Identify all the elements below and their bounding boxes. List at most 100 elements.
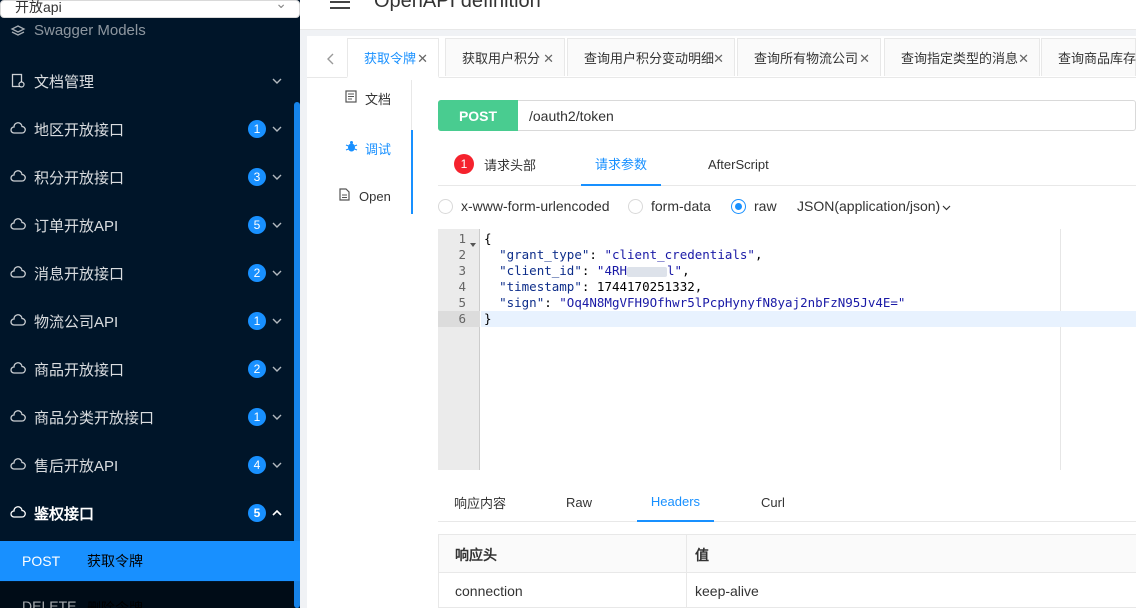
chevron-down-icon [271, 75, 283, 87]
sidebar-item-categories[interactable]: 商品分类开放接口 1 [0, 393, 300, 441]
tab-messages[interactable]: 查询指定类型的消息 ✕ [884, 38, 1040, 76]
cloud-icon [8, 119, 28, 139]
chevron-left-icon[interactable] [317, 46, 343, 72]
tab-label: AfterScript [708, 156, 769, 172]
sidebar-item-label: 文档管理 [34, 73, 95, 91]
radio-circle[interactable] [628, 198, 643, 214]
tab-stock[interactable]: 查询商品库存 [1041, 38, 1136, 76]
code-line: "grant_type": "client_credentials", [499, 247, 763, 262]
tab-label: 响应内容 [454, 495, 507, 511]
sidebar-item-docs[interactable]: 文档管理 [0, 57, 300, 105]
request-url-bar: POST /oauth2/token [438, 100, 1136, 131]
count-badge: 2 [248, 264, 266, 282]
vtab-docs[interactable]: 文档 [307, 78, 413, 118]
radio-circle-checked[interactable] [731, 198, 746, 214]
tab-label: 查询指定类型的消息 [901, 51, 1019, 66]
sidebar-item-logistics[interactable]: 物流公司API 1 [0, 297, 300, 345]
tab-response-raw[interactable]: Raw [566, 482, 592, 522]
tab-get-points[interactable]: 获取用户积分 ✕ [445, 38, 565, 76]
tab-response-content[interactable]: 响应内容 [454, 482, 506, 522]
radio-form-data[interactable]: form-data [628, 198, 711, 214]
tab-afterscript[interactable]: AfterScript [708, 142, 769, 186]
http-method-badge[interactable]: POST [438, 100, 518, 131]
content-type-value: JSON(application/json) [797, 198, 941, 214]
header-name: connection [455, 583, 523, 599]
tab-label: 请求参数 [594, 156, 647, 172]
doc-settings-icon [8, 71, 28, 91]
sidebar-item-label: 地区开放接口 [34, 121, 125, 139]
vtab-label: 调试 [365, 141, 392, 157]
line-number: 6 [438, 311, 480, 327]
radio-circle[interactable] [438, 198, 453, 214]
sidebar-item-swagger-models[interactable]: Swagger Models [0, 10, 300, 54]
tab-points-detail[interactable]: 查询用户积分变动明细 ✕ [567, 38, 735, 76]
fold-arrow-icon[interactable] [470, 235, 476, 250]
sidebar-item-aftersales[interactable]: 售后开放API 4 [0, 441, 300, 489]
sidebar-subitem-get-token[interactable]: POST 获取令牌 [0, 541, 300, 581]
code-token: } [484, 311, 492, 326]
tab-label: 查询商品库存 [1058, 51, 1136, 66]
chevron-down-icon [271, 123, 283, 135]
content-type-select[interactable]: JSON(application/json) [797, 198, 951, 214]
sidebar-item-label: 订单开放API [34, 217, 119, 235]
code-line-active: } [481, 311, 1136, 327]
menu-fold-icon[interactable] [330, 0, 350, 16]
request-body-editor[interactable]: 1 2 3 4 5 6 { "grant_type": "client_cred… [438, 229, 1136, 470]
sidebar-item-label: 商品开放接口 [34, 361, 125, 379]
sidebar-subitem-delete-token[interactable]: DELETE 删除令牌 [0, 582, 300, 608]
layers-icon [8, 22, 28, 42]
request-url[interactable]: /oauth2/token [529, 108, 614, 124]
radio-raw[interactable]: raw [731, 198, 777, 214]
close-icon[interactable]: ✕ [417, 51, 428, 67]
cloud-icon [8, 263, 28, 283]
response-headers-table: 响应头 值 connection keep-alive [438, 534, 1136, 608]
file-icon [339, 188, 350, 204]
chevron-down-icon [271, 219, 283, 231]
tab-label: Raw [566, 494, 593, 510]
method-label: DELETE [22, 598, 77, 608]
close-icon[interactable]: ✕ [543, 51, 554, 67]
json-string: "client_credentials" [604, 247, 755, 262]
vtab-debug[interactable]: 调试 [307, 128, 413, 168]
vtab-open[interactable]: Open [307, 176, 413, 216]
sidebar-item-products[interactable]: 商品开放接口 2 [0, 345, 300, 393]
count-badge: 1 [248, 408, 266, 426]
radio-x-www-form-urlencoded[interactable]: x-www-form-urlencoded [438, 198, 610, 214]
sidebar-item-auth[interactable]: 鉴权接口 5 [0, 489, 300, 537]
tab-response-headers[interactable]: Headers [637, 482, 714, 522]
close-icon[interactable]: ✕ [859, 51, 870, 67]
chevron-down-icon [271, 363, 283, 375]
tab-request-params[interactable]: 请求参数 [581, 142, 661, 186]
radio-label: x-www-form-urlencoded [461, 198, 610, 214]
cloud-icon [8, 503, 28, 523]
count-badge: 1 [248, 312, 266, 330]
tab-get-token[interactable]: 获取令牌 ✕ [347, 38, 439, 78]
sidebar-item-label: Swagger Models [34, 22, 146, 39]
sidebar-item-points[interactable]: 积分开放接口 3 [0, 153, 300, 201]
sidebar-item-orders[interactable]: 订单开放API 5 [0, 201, 300, 249]
sidebar-scrollbar[interactable] [294, 102, 300, 608]
close-icon[interactable]: ✕ [1018, 51, 1029, 67]
sidebar-item-label: 消息开放接口 [34, 265, 125, 283]
tab-response-curl[interactable]: Curl [761, 482, 785, 522]
sidebar-item-label: 商品分类开放接口 [34, 409, 155, 427]
sidebar-item-region[interactable]: 地区开放接口 1 [0, 105, 300, 153]
cloud-icon [8, 359, 28, 379]
json-string: "4RH [596, 263, 628, 278]
tab-request-headers[interactable]: 1 请求头部 [454, 142, 536, 186]
endpoint-name: 删除令牌 [87, 600, 143, 608]
code-line: "sign": "Oq4N8MgVFH9Ofhwr5lPcpHynyfN8yaj… [499, 295, 906, 310]
sidebar-item-messages[interactable]: 消息开放接口 2 [0, 249, 300, 297]
tab-bar: 获取令牌 ✕ 获取用户积分 ✕ 查询用户积分变动明细 ✕ 查询所有物流公司 ✕ … [307, 36, 1136, 78]
count-badge: 2 [248, 360, 266, 378]
json-key: "timestamp" [499, 279, 582, 294]
line-number: 3 [458, 263, 466, 278]
endpoint-name: 获取令牌 [87, 553, 143, 569]
sidebar-item-label: 鉴权接口 [34, 505, 95, 523]
tab-label: 查询用户积分变动明细 [584, 51, 715, 66]
tab-logistics[interactable]: 查询所有物流公司 ✕ [737, 38, 881, 76]
code-token: { [484, 231, 492, 246]
cloud-icon [8, 311, 28, 331]
close-icon[interactable]: ✕ [713, 51, 724, 67]
column-header-name: 响应头 [455, 547, 497, 563]
